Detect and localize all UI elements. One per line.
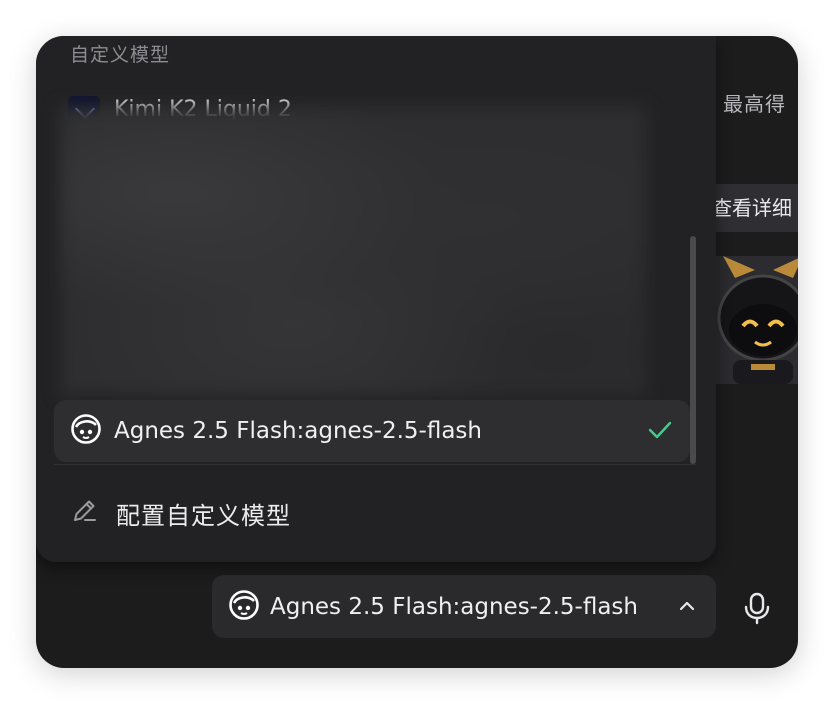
pencil-icon xyxy=(70,497,98,531)
chevron-up-icon xyxy=(678,597,696,619)
microphone-icon[interactable] xyxy=(742,592,772,630)
scrollbar[interactable] xyxy=(690,236,696,464)
model-selector-label: Agnes 2.5 Flash:agnes-2.5-flash xyxy=(270,593,638,620)
model-option-selected[interactable]: Agnes 2.5 Flash:agnes-2.5-flash xyxy=(54,400,690,462)
model-dropdown-panel: 自定义模型 Kimi K2 Liquid 2 Agnes 2.5 Flash:a… xyxy=(36,36,716,562)
mascot-image xyxy=(715,256,798,384)
agnes-logo-icon xyxy=(228,589,260,625)
section-title: 自定义模型 xyxy=(70,44,171,66)
configure-label: 配置自定义模型 xyxy=(116,502,291,530)
view-details-button[interactable]: 查看详细 xyxy=(708,184,798,232)
model-selector[interactable]: Agnes 2.5 Flash:agnes-2.5-flash xyxy=(212,575,716,638)
model-option-label: Agnes 2.5 Flash:agnes-2.5-flash xyxy=(114,418,482,444)
background-heading: 最高得 xyxy=(723,92,786,116)
blurred-model-list xyxy=(60,106,646,396)
configure-custom-model-button[interactable]: 配置自定义模型 xyxy=(70,496,291,531)
app-window: 最高得 查看详细 自定义模型 Kimi K2 Liquid 2 xyxy=(36,36,798,668)
agnes-logo-icon xyxy=(70,413,102,449)
check-icon xyxy=(648,420,672,444)
divider xyxy=(54,464,696,465)
